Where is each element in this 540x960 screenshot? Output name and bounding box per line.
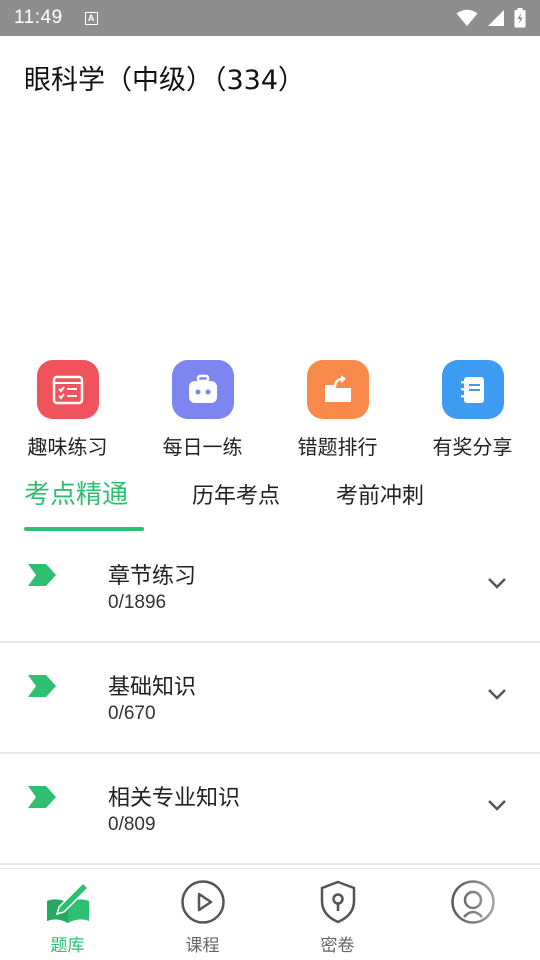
chevron-down-icon[interactable] [486,687,508,701]
bottom-nav: 题库 课程 密卷 [0,868,540,960]
action-fun-practice[interactable]: 趣味练习 [0,360,135,460]
quick-actions: 趣味练习 每日一练 错题排行 有奖分享 [0,360,540,460]
nav-secret-papers[interactable]: 密卷 [270,869,405,960]
tab-indicator [24,527,144,531]
signal-icon [488,10,504,26]
status-time: 11:49 [14,7,63,28]
status-bar: 11:49 A [0,0,540,36]
flag-arrow-icon [28,564,56,586]
nav-label: 课程 [185,936,220,956]
notebook-icon [441,360,504,419]
list-item[interactable]: 章节练习 0/1896 [0,532,540,643]
chevron-down-icon[interactable] [486,576,508,590]
status-icons [456,8,526,28]
action-label: 趣味练习 [27,435,108,459]
list-item-title: 基础知识 [108,675,197,700]
tab-final-sprint[interactable]: 考前冲刺 [336,478,424,510]
action-wrong-ranking[interactable]: 错题排行 [270,360,405,460]
list-item-progress: 0/670 [108,703,156,724]
battery-icon [514,8,526,28]
list-item-progress: 0/809 [108,814,156,835]
nav-courses[interactable]: 课程 [135,869,270,960]
list-item[interactable]: 基础知识 0/670 [0,643,540,754]
chapter-list: 章节练习 0/1896 基础知识 0/670 相关专业知识 0/809 [0,532,540,865]
robot-icon [171,360,234,419]
flag-arrow-icon [28,675,56,697]
list-item-progress: 0/1896 [108,592,167,613]
tab-bar: 考点精通 历年考点 考前冲刺 [0,470,540,532]
nav-question-bank[interactable]: 题库 [0,869,135,960]
action-label: 错题排行 [297,435,378,459]
chevron-down-icon[interactable] [486,798,508,812]
nav-profile[interactable] [405,869,540,960]
wifi-icon [456,9,478,26]
profile-icon [450,879,496,925]
checklist-icon [36,360,99,419]
book-pen-icon [43,879,93,925]
flag-arrow-icon [28,786,56,808]
list-item-title: 相关专业知识 [108,786,241,811]
action-label: 每日一练 [162,435,243,459]
tab-key-points[interactable]: 考点精通 [24,474,128,511]
nav-label: 题库 [50,936,85,956]
action-label: 有奖分享 [432,435,513,459]
lock-shield-icon [318,879,358,925]
list-item[interactable]: 相关专业知识 0/809 [0,754,540,865]
action-reward-share[interactable]: 有奖分享 [405,360,540,460]
folder-share-icon [306,360,369,419]
tab-past-points[interactable]: 历年考点 [192,478,280,510]
notification-badge: A [84,11,98,25]
play-icon [180,879,226,925]
list-item-title: 章节练习 [108,564,197,589]
page-title: 眼科学（中级）（334） [24,65,306,96]
nav-label: 密卷 [320,936,355,956]
action-daily-practice[interactable]: 每日一练 [135,360,270,460]
